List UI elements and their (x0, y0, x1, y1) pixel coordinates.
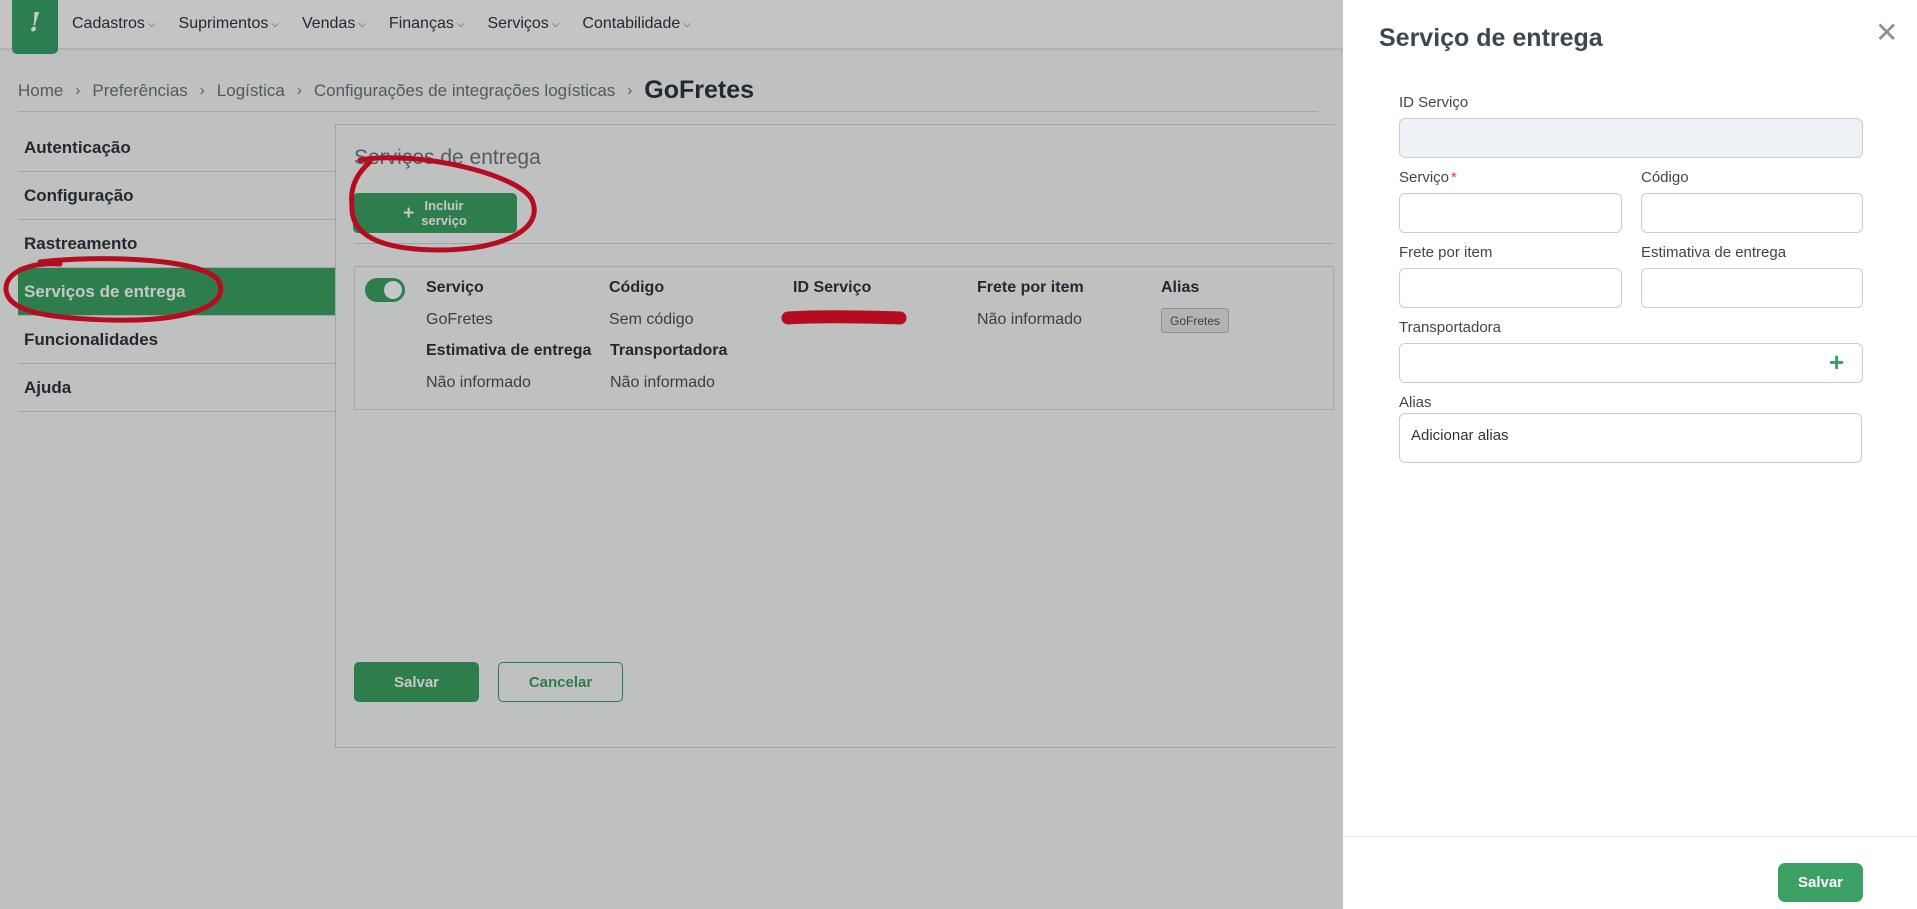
frete-input[interactable] (1399, 268, 1622, 308)
close-icon[interactable]: ✕ (1875, 16, 1898, 49)
codigo-input[interactable] (1641, 193, 1863, 233)
estimativa-input[interactable] (1641, 268, 1863, 308)
required-mark: * (1451, 169, 1457, 186)
servico-input[interactable] (1399, 193, 1622, 233)
transportadora-input[interactable] (1399, 343, 1863, 383)
transportadora-label: Transportadora (1399, 319, 1501, 336)
drawer-save-button[interactable]: Salvar (1778, 863, 1863, 902)
servico-label: Serviço * (1399, 169, 1457, 186)
drawer-title: Serviço de entrega (1379, 24, 1603, 52)
service-drawer: Serviço de entrega ✕ ID Serviço Serviço *… (1343, 0, 1917, 909)
id-servico-label: ID Serviço (1399, 94, 1469, 111)
alias-input[interactable]: Adicionar alias (1399, 413, 1862, 463)
estimativa-label: Estimativa de entrega (1641, 244, 1787, 261)
id-servico-input[interactable] (1399, 118, 1863, 158)
plus-icon[interactable]: + (1829, 349, 1844, 375)
frete-label: Frete por item (1399, 244, 1493, 261)
alias-label: Alias (1399, 394, 1432, 411)
codigo-label: Código (1641, 169, 1689, 186)
modal-backdrop[interactable] (0, 0, 1343, 909)
